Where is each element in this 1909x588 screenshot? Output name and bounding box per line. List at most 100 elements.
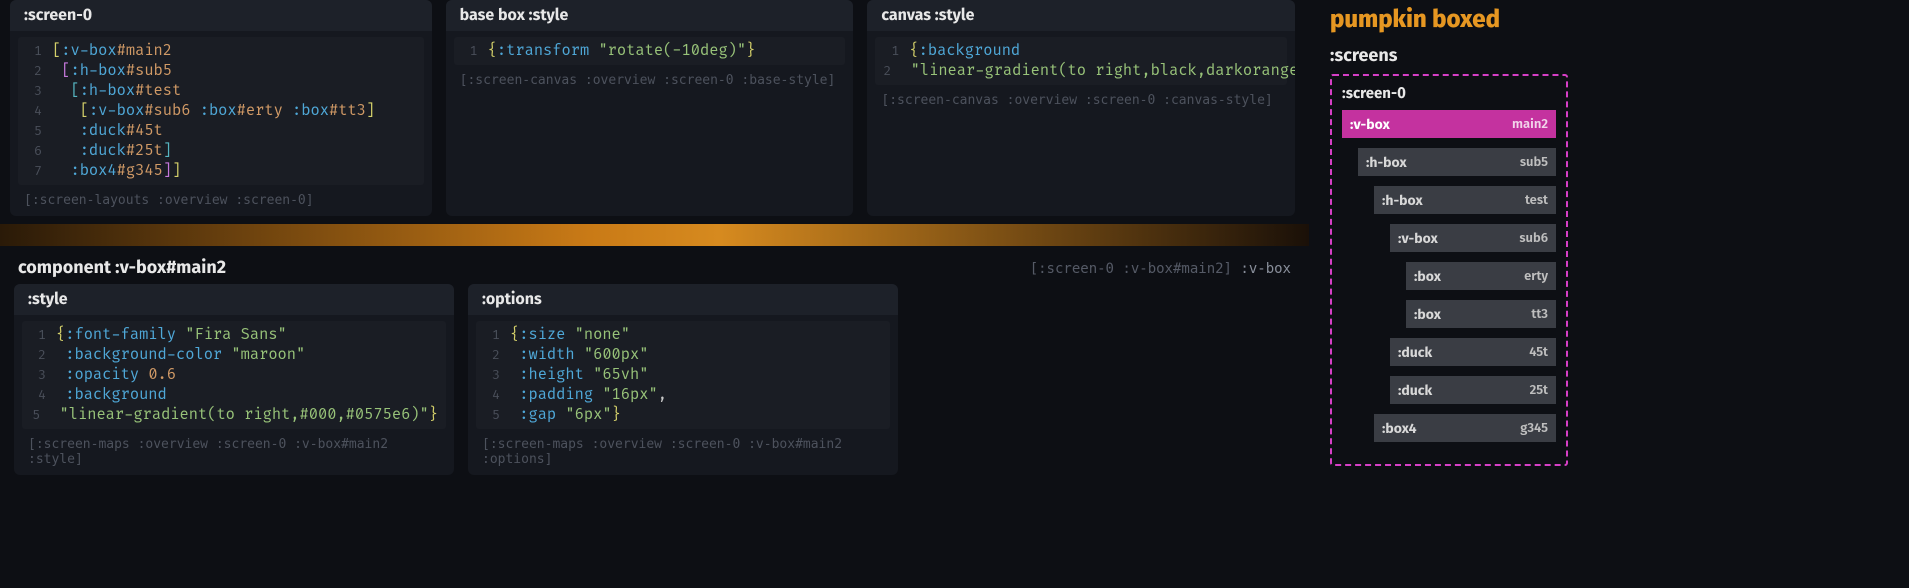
code-content[interactable]: "linear-gradient(to right,#000,#0575e6)"… bbox=[50, 405, 438, 425]
line-number: 4 bbox=[484, 385, 510, 405]
panel-base-box-style: base box :style 1{:transform "rotate(-10… bbox=[446, 0, 854, 216]
code-line[interactable]: 4 [:v-box#sub6 :box#erty :box#tt3] bbox=[18, 101, 424, 121]
code-content[interactable]: [:h-box#sub5 bbox=[52, 61, 172, 81]
tree-item-id: 25t bbox=[1530, 383, 1548, 398]
code-line[interactable]: 7 :box4#g345]] bbox=[18, 161, 424, 181]
tree-item-id: erty bbox=[1524, 269, 1548, 284]
line-number: 1 bbox=[883, 41, 909, 61]
tree-item-id: sub5 bbox=[1520, 155, 1548, 170]
tree-item-erty[interactable]: :boxerty bbox=[1406, 262, 1556, 290]
screen-tree: :screen-0 :v-boxmain2:h-boxsub5:h-boxtes… bbox=[1330, 74, 1568, 466]
code-editor-screen-0[interactable]: 1[:v-box#main22 [:h-box#sub53 [:h-box#te… bbox=[18, 37, 424, 185]
component-title: component :v-box#main2 bbox=[18, 256, 226, 278]
panel-canvas-style: canvas :style 1{:background2 "linear-gra… bbox=[867, 0, 1295, 216]
code-line[interactable]: 5 :duck#45t bbox=[18, 121, 424, 141]
line-number: 3 bbox=[30, 365, 56, 385]
code-content[interactable]: [:v-box#sub6 :box#erty :box#tt3] bbox=[52, 101, 375, 121]
tree-item-45t[interactable]: :duck 45t bbox=[1390, 338, 1556, 366]
code-line[interactable]: 3 :opacity 0.6 bbox=[22, 365, 446, 385]
tree-item-test[interactable]: :h-boxtest bbox=[1374, 186, 1556, 214]
line-number: 4 bbox=[30, 385, 56, 405]
code-line[interactable]: 2 :background-color "maroon" bbox=[22, 345, 446, 365]
line-number: 2 bbox=[30, 345, 56, 365]
sidebar: pumpkin boxed :screens :screen-0 :v-boxm… bbox=[1320, 0, 1578, 588]
tree-item-tt3[interactable]: :box tt3 bbox=[1406, 300, 1556, 328]
code-editor-options[interactable]: 1{:size "none"2 :width "600px"3 :height … bbox=[476, 321, 890, 429]
tree-item-main2[interactable]: :v-boxmain2 bbox=[1342, 110, 1556, 138]
line-number: 1 bbox=[30, 325, 56, 345]
code-line[interactable]: 6 :duck#25t] bbox=[18, 141, 424, 161]
tree-item-label: :duck bbox=[1398, 382, 1432, 399]
code-content[interactable]: :gap "6px"} bbox=[510, 405, 621, 425]
panel-title: canvas :style bbox=[867, 0, 1295, 31]
code-content[interactable]: :height "65vh" bbox=[510, 365, 648, 385]
code-content[interactable]: :box4#g345]] bbox=[52, 161, 181, 181]
sidebar-section-title: :screens bbox=[1330, 40, 1568, 74]
tree-item-label: :box bbox=[1414, 306, 1441, 323]
tree-item-g345[interactable]: :box4g345 bbox=[1374, 414, 1556, 442]
code-line[interactable]: 4 :background bbox=[22, 385, 446, 405]
panel-footer: [:screen-maps :overview :screen-0 :v-box… bbox=[468, 435, 898, 475]
code-content[interactable]: {:background bbox=[909, 41, 1020, 61]
code-content[interactable]: :background-color "maroon" bbox=[56, 345, 305, 365]
line-number: 5 bbox=[30, 405, 50, 425]
code-line[interactable]: 3 [:h-box#test bbox=[18, 81, 424, 101]
code-editor-canvas[interactable]: 1{:background2 "linear-gradient(to right… bbox=[875, 37, 1287, 85]
component-path: [:screen-0 :v-box#main2] :v-box bbox=[1030, 261, 1291, 277]
code-line[interactable]: 2 [:h-box#sub5 bbox=[18, 61, 424, 81]
code-content[interactable]: :duck#25t] bbox=[52, 141, 172, 161]
code-content[interactable]: {:transform "rotate(-10deg)"} bbox=[488, 41, 756, 61]
tree-item-25t[interactable]: :duck 25t bbox=[1390, 376, 1556, 404]
tree-item-sub6[interactable]: :v-box sub6 bbox=[1390, 224, 1556, 252]
code-editor-basebox[interactable]: 1{:transform "rotate(-10deg)"} bbox=[454, 37, 846, 65]
panel-style: :style 1{:font-family "Fira Sans"2 :back… bbox=[14, 284, 454, 475]
panel-title: :options bbox=[468, 284, 898, 315]
panel-title: base box :style bbox=[446, 0, 854, 31]
code-line[interactable]: 2 "linear-gradient(to right,black,darkor… bbox=[875, 61, 1287, 81]
code-line[interactable]: 1{:size "none" bbox=[476, 325, 890, 345]
panel-footer: [:screen-maps :overview :screen-0 :v-box… bbox=[14, 435, 454, 475]
code-content[interactable]: :width "600px" bbox=[510, 345, 648, 365]
panel-options: :options 1{:size "none"2 :width "600px"3… bbox=[468, 284, 898, 475]
tree-item-label: :duck bbox=[1398, 344, 1432, 361]
code-line[interactable]: 1{:transform "rotate(-10deg)"} bbox=[454, 41, 846, 61]
line-number: 4 bbox=[26, 101, 52, 121]
code-content[interactable]: {:font-family "Fira Sans" bbox=[56, 325, 287, 345]
tree-item-id: sub6 bbox=[1519, 231, 1548, 246]
line-number: 2 bbox=[26, 61, 52, 81]
line-number: 1 bbox=[462, 41, 488, 61]
tree-item-label: :v-box bbox=[1398, 230, 1438, 247]
code-content[interactable]: [:h-box#test bbox=[52, 81, 181, 101]
code-line[interactable]: 5 :gap "6px"} bbox=[476, 405, 890, 425]
line-number: 7 bbox=[26, 161, 52, 181]
app-brand: pumpkin boxed bbox=[1330, 6, 1568, 40]
panel-footer: [:screen-canvas :overview :screen-0 :bas… bbox=[446, 71, 854, 96]
tree-item-label: :h-box bbox=[1366, 154, 1407, 171]
line-number: 3 bbox=[26, 81, 52, 101]
panel-footer: [:screen-canvas :overview :screen-0 :can… bbox=[867, 91, 1295, 116]
code-content[interactable]: "linear-gradient(to right,black,darkoran… bbox=[901, 61, 1295, 81]
code-line[interactable]: 3 :height "65vh" bbox=[476, 365, 890, 385]
tree-item-id: tt3 bbox=[1531, 307, 1548, 322]
code-content[interactable]: [:v-box#main2 bbox=[52, 41, 172, 61]
line-number: 5 bbox=[26, 121, 52, 141]
code-line[interactable]: 1{:background bbox=[875, 41, 1287, 61]
code-editor-style[interactable]: 1{:font-family "Fira Sans"2 :background-… bbox=[22, 321, 446, 429]
code-line[interactable]: 5 "linear-gradient(to right,#000,#0575e6… bbox=[22, 405, 446, 425]
tree-item-id: 45t bbox=[1529, 345, 1548, 360]
code-line[interactable]: 2 :width "600px" bbox=[476, 345, 890, 365]
code-line[interactable]: 1{:font-family "Fira Sans" bbox=[22, 325, 446, 345]
tree-item-id: main2 bbox=[1512, 117, 1548, 132]
code-line[interactable]: 1[:v-box#main2 bbox=[18, 41, 424, 61]
code-content[interactable]: :background bbox=[56, 385, 167, 405]
panel-title: :style bbox=[14, 284, 454, 315]
panel-footer: [:screen-layouts :overview :screen-0] bbox=[10, 191, 432, 216]
code-content[interactable]: :padding "16px", bbox=[510, 385, 667, 405]
tree-item-id: g345 bbox=[1520, 421, 1548, 436]
tree-item-label: :h-box bbox=[1382, 192, 1423, 209]
code-content[interactable]: :duck#45t bbox=[52, 121, 163, 141]
code-content[interactable]: {:size "none" bbox=[510, 325, 630, 345]
code-line[interactable]: 4 :padding "16px", bbox=[476, 385, 890, 405]
code-content[interactable]: :opacity 0.6 bbox=[56, 365, 176, 385]
tree-item-sub5[interactable]: :h-box sub5 bbox=[1358, 148, 1556, 176]
